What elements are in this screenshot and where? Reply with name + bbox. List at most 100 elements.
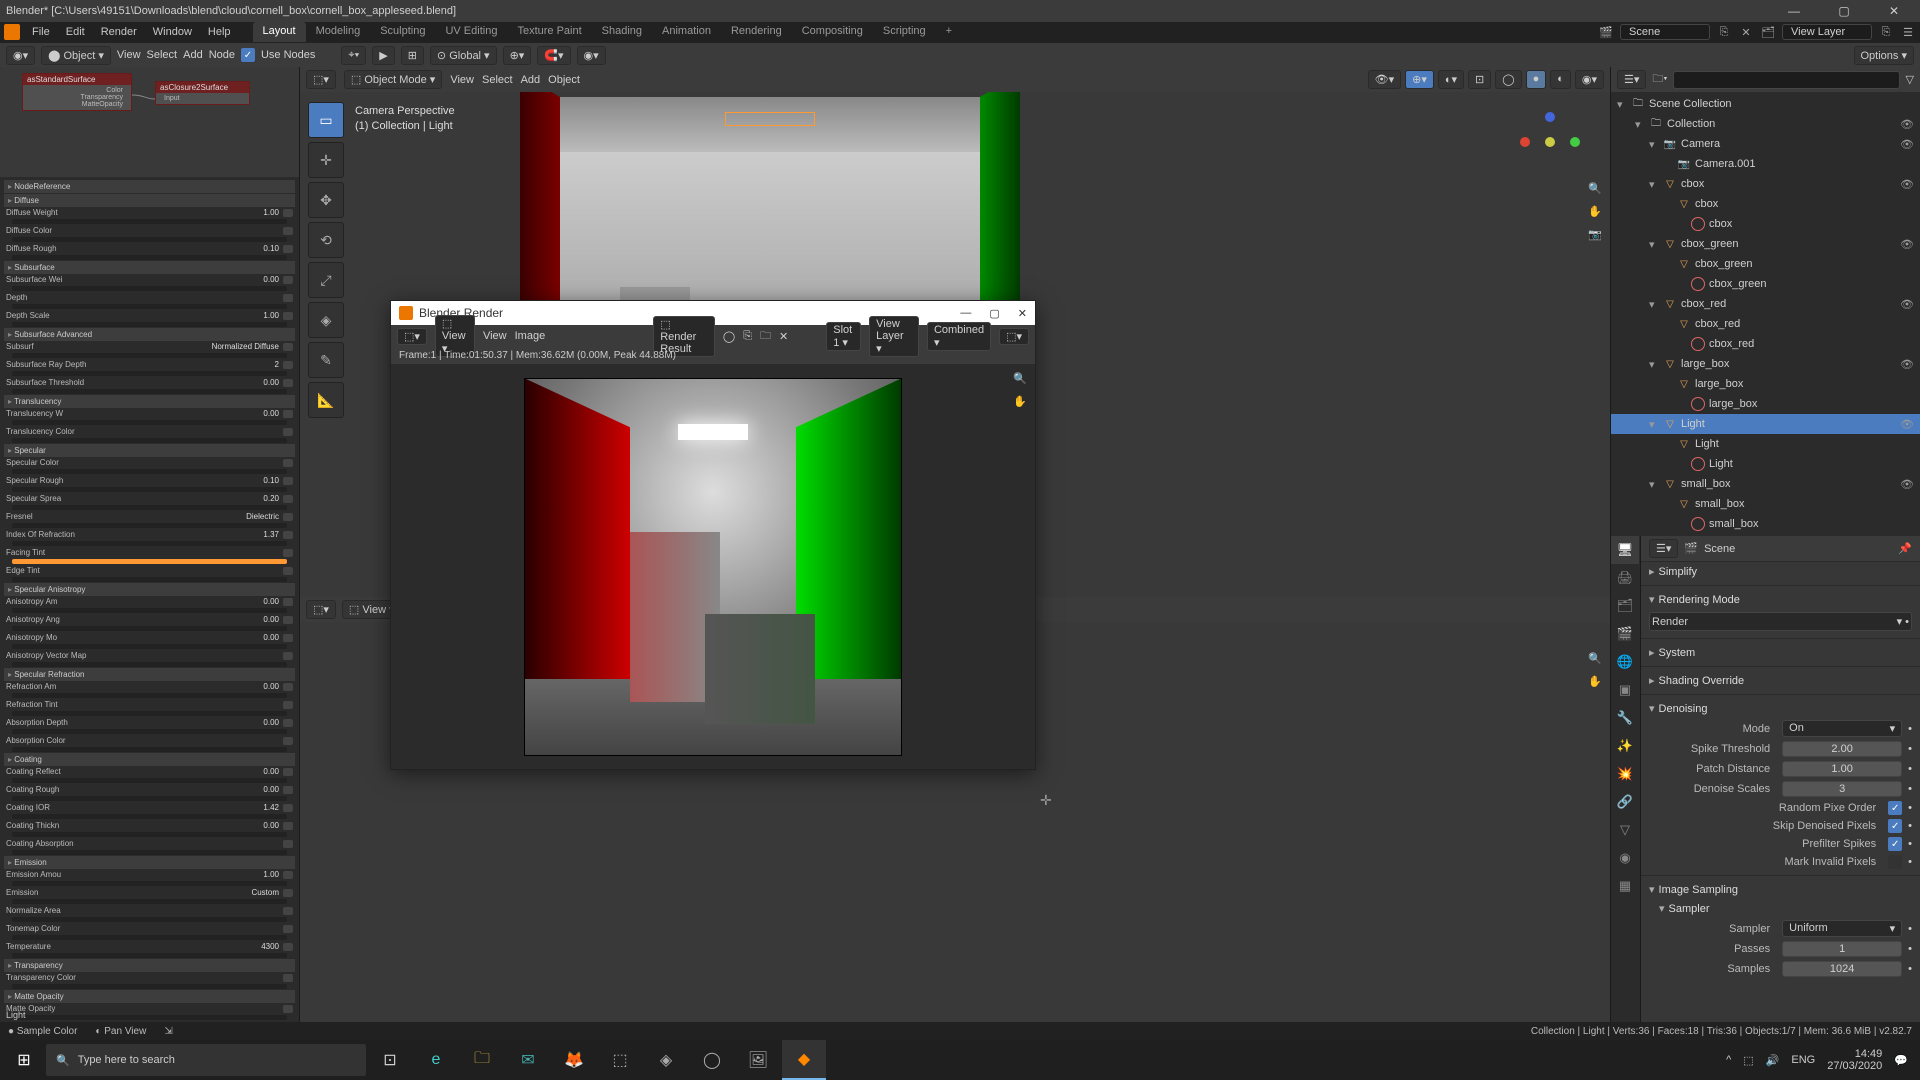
menu-view[interactable]: View	[117, 49, 141, 61]
denoise-mode-dropdown[interactable]: On▾	[1782, 720, 1902, 737]
workspace-tab-sculpting[interactable]: Sculpting	[370, 22, 435, 42]
snap-dropdown[interactable]: ⊙ Global ▾	[430, 46, 497, 65]
prop-row[interactable]: Absorption Color	[4, 735, 295, 746]
vp-menu-object[interactable]: Object	[548, 74, 580, 86]
outliner-display-icon[interactable]: 🗀▾	[1652, 70, 1667, 89]
pin-properties-icon[interactable]: 📌	[1898, 542, 1912, 555]
prop-row[interactable]: Facing Tint	[4, 547, 295, 558]
prop-row[interactable]: Temperature4300	[4, 941, 295, 952]
nav-gizmo[interactable]	[1520, 112, 1580, 172]
skip-denoised-checkbox[interactable]: ✓	[1888, 819, 1902, 833]
menu-file[interactable]: File	[24, 24, 58, 40]
select-box-tool[interactable]: ▭	[308, 102, 344, 138]
gizmo-x-icon[interactable]	[1520, 137, 1530, 147]
vp-menu-view[interactable]: View	[450, 74, 474, 86]
vp-overlay-toggle[interactable]: ◐▾	[1438, 70, 1464, 89]
mode-dropdown[interactable]: ⬚ Object Mode ▾	[344, 70, 442, 89]
tab-viewlayer[interactable]: 🗂	[1611, 592, 1639, 620]
tree-row-cbox-red[interactable]: ▽cbox_red	[1611, 314, 1920, 334]
prop-row[interactable]: Absorption Depth0.00	[4, 717, 295, 728]
prop-row[interactable]: Coating Reflect0.00	[4, 766, 295, 777]
prop-row[interactable]: Transparency Color	[4, 972, 295, 983]
use-nodes-checkbox[interactable]: ✓	[241, 48, 255, 62]
prop-row[interactable]: Diffuse Weight1.00	[4, 207, 295, 218]
close-button[interactable]: ✕	[1874, 1, 1914, 21]
render-unlink-icon[interactable]: ✕	[779, 330, 788, 343]
shading-wireframe[interactable]: ◯	[1495, 70, 1521, 89]
render-menu-image[interactable]: Image	[515, 330, 546, 342]
pin-icon[interactable]: ⎘	[1716, 24, 1732, 40]
tab-object[interactable]: ▣	[1611, 676, 1639, 704]
select-tool-icon[interactable]: ▶	[372, 46, 394, 65]
menu-window[interactable]: Window	[145, 24, 200, 40]
prop-row[interactable]: Diffuse Color	[4, 225, 295, 236]
tree-row-light[interactable]: Light	[1611, 454, 1920, 474]
prop-section-nodereference[interactable]: ▸ NodeReference	[4, 180, 295, 193]
shading-material[interactable]: ◐	[1550, 70, 1571, 89]
tab-mesh[interactable]: ▽	[1611, 816, 1639, 844]
prop-row[interactable]: Edge Tint	[4, 565, 295, 576]
shader-type-dropdown[interactable]: ⬤ Object ▾	[41, 46, 111, 65]
prop-row[interactable]: Coating Absorption	[4, 838, 295, 849]
mail-icon[interactable]: ✉	[506, 1040, 550, 1080]
tree-row-large-box[interactable]: ▾▽large_box👁	[1611, 354, 1920, 374]
patch-distance-field[interactable]: 1.00	[1782, 761, 1902, 777]
app-icon-3[interactable]: ◯	[690, 1040, 734, 1080]
tree-row-cbox[interactable]: cbox	[1611, 214, 1920, 234]
render-new-icon[interactable]: ⎘	[743, 330, 752, 343]
visibility-toggle[interactable]: 👁	[1900, 358, 1914, 371]
workspace-tab-texture-paint[interactable]: Texture Paint	[507, 22, 591, 42]
tree-row-small-box[interactable]: ▽small_box	[1611, 494, 1920, 514]
tab-particles[interactable]: ✨	[1611, 732, 1639, 760]
vp-gizmo-toggle[interactable]: ⊕▾	[1405, 70, 1434, 89]
visibility-toggle[interactable]: 👁	[1900, 118, 1914, 131]
prop-row[interactable]: Anisotropy Mo0.00	[4, 632, 295, 643]
app-icon-2[interactable]: ◈	[644, 1040, 688, 1080]
photos-icon[interactable]: 🖼	[736, 1040, 780, 1080]
workspace-tab-scripting[interactable]: Scripting	[873, 22, 936, 42]
prop-row[interactable]: Depth	[4, 292, 295, 303]
tree-row-cbox-green[interactable]: ▾▽cbox_green👁	[1611, 234, 1920, 254]
node-graph[interactable]: asStandardSurface Color Transparency Mat…	[0, 67, 299, 177]
visibility-toggle[interactable]: 👁	[1900, 138, 1914, 151]
panel-sampler[interactable]: ▾Sampler	[1649, 899, 1912, 918]
menu-render[interactable]: Render	[93, 24, 145, 40]
cursor-tool[interactable]: ✛	[308, 142, 344, 178]
tray-network-icon[interactable]: ⬚	[1743, 1054, 1753, 1067]
panel-image-sampling[interactable]: ▾Image Sampling	[1649, 880, 1912, 899]
workspace-tab-modeling[interactable]: Modeling	[306, 22, 371, 42]
layer-new-icon[interactable]: ⎘	[1878, 24, 1894, 40]
visibility-toggle[interactable]: 👁	[1900, 418, 1914, 431]
render-menu-view[interactable]: View	[483, 330, 507, 342]
panel-shading-override[interactable]: ▸Shading Override	[1649, 671, 1912, 690]
prop-section-diffuse[interactable]: ▸ Diffuse	[4, 194, 295, 207]
prop-section-specular-anisotropy[interactable]: ▸ Specular Anisotropy	[4, 583, 295, 596]
render-close-button[interactable]: ✕	[1018, 307, 1027, 320]
prop-row[interactable]: Coating IOR1.42	[4, 802, 295, 813]
visibility-toggle[interactable]: 👁	[1900, 178, 1914, 191]
vp-menu-select[interactable]: Select	[482, 74, 513, 86]
prop-section-matte-opacity[interactable]: ▸ Matte Opacity	[4, 990, 295, 1003]
prop-row[interactable]: Coating Rough0.00	[4, 784, 295, 795]
rotate-tool[interactable]: ⟲	[308, 222, 344, 258]
node-asstandardsurface[interactable]: asStandardSurface Color Transparency Mat…	[22, 73, 132, 111]
tray-expand-icon[interactable]: ^	[1726, 1054, 1731, 1066]
panel-simplify[interactable]: ▸Simplify	[1649, 562, 1912, 581]
prop-row[interactable]: Normalize Area	[4, 905, 295, 916]
render-minimize-button[interactable]: —	[960, 307, 971, 320]
prop-row[interactable]: Subsurface Ray Depth2	[4, 359, 295, 370]
tab-modifier[interactable]: 🔧	[1611, 704, 1639, 732]
denoise-scales-field[interactable]: 3	[1782, 781, 1902, 797]
lower-zoom-icon[interactable]: 🔍	[1588, 652, 1602, 665]
tree-row-large-box[interactable]: ▽large_box	[1611, 374, 1920, 394]
spike-threshold-field[interactable]: 2.00	[1782, 741, 1902, 757]
prop-section-subsurface-advanced[interactable]: ▸ Subsurface Advanced	[4, 328, 295, 341]
prop-row[interactable]: Depth Scale1.00	[4, 310, 295, 321]
mark-invalid-checkbox[interactable]	[1888, 855, 1902, 869]
shading-solid[interactable]: ●	[1526, 70, 1547, 89]
random-pixel-checkbox[interactable]: ✓	[1888, 801, 1902, 815]
tree-row-large-box[interactable]: large_box	[1611, 394, 1920, 414]
snap-toggle[interactable]: 🧲▾	[537, 46, 570, 65]
prop-section-subsurface[interactable]: ▸ Subsurface	[4, 261, 295, 274]
tree-row-cbox[interactable]: ▾▽cbox👁	[1611, 174, 1920, 194]
